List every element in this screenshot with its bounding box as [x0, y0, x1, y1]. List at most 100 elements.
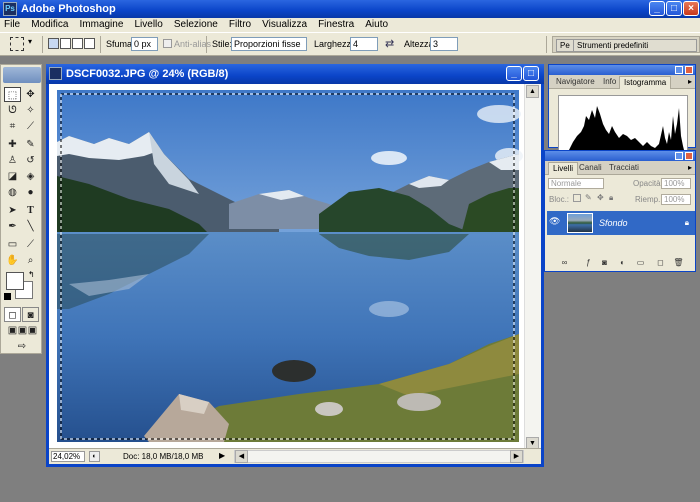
lock-pixels-icon[interactable]: ✎: [585, 193, 592, 202]
subtract-selection-icon[interactable]: [72, 38, 83, 49]
new-group-icon[interactable]: ▭: [635, 258, 646, 268]
chevron-down-icon[interactable]: ▾: [28, 37, 32, 46]
crop-icon[interactable]: ⌗: [4, 119, 21, 134]
link-layers-icon[interactable]: ∞: [559, 258, 570, 268]
swap-dimensions-icon[interactable]: ⇄: [385, 37, 394, 50]
jump-to-imageready-icon[interactable]: ⇨: [4, 339, 40, 354]
lock-position-icon[interactable]: ✥: [597, 193, 604, 202]
status-menu-icon[interactable]: ◐: [89, 451, 100, 462]
photoshop-feather-icon[interactable]: [3, 67, 41, 83]
new-selection-icon[interactable]: [48, 38, 59, 49]
lasso-icon[interactable]: ᘎ: [4, 103, 21, 118]
foreground-color-swatch-front[interactable]: [6, 272, 24, 290]
lock-transparency-icon[interactable]: [573, 194, 581, 202]
add-selection-icon[interactable]: [60, 38, 71, 49]
palette-close-icon[interactable]: [685, 66, 693, 74]
fill-input[interactable]: 100%: [661, 194, 691, 205]
antialias-checkbox[interactable]: [163, 39, 172, 48]
eye-icon[interactable]: 👁︎: [549, 216, 563, 230]
menu-filtro[interactable]: Filtro: [225, 18, 255, 32]
adjustment-layer-icon[interactable]: ◐: [617, 258, 628, 268]
menu-livello[interactable]: Livello: [130, 18, 166, 32]
blur-icon[interactable]: ◍: [4, 185, 21, 200]
swap-colors-icon[interactable]: ↰: [28, 270, 35, 279]
palette-minimize-icon[interactable]: [675, 66, 683, 74]
menu-selezione[interactable]: Selezione: [170, 18, 222, 32]
healing-brush-icon[interactable]: ✚: [4, 137, 21, 152]
vertical-scrollbar[interactable]: ▲ ▼: [524, 84, 541, 451]
tab-navigator[interactable]: Navigatore: [552, 76, 599, 89]
notes-icon[interactable]: ▭: [4, 237, 21, 252]
menu-visualizza[interactable]: Visualizza: [258, 18, 311, 32]
paint-bucket-icon[interactable]: ◈: [22, 169, 39, 184]
menu-modifica[interactable]: Modifica: [27, 18, 72, 32]
standard-mode-icon[interactable]: ◻: [4, 307, 21, 322]
eraser-icon[interactable]: ◪: [4, 169, 21, 184]
new-layer-icon[interactable]: ◻: [655, 258, 666, 268]
palette-menu-icon[interactable]: ▸: [688, 77, 692, 86]
layer-style-icon[interactable]: ƒ: [583, 258, 594, 268]
menu-finestra[interactable]: Finestra: [314, 18, 358, 32]
status-arrow-icon[interactable]: ▶: [219, 451, 225, 460]
brush-icon[interactable]: ✎: [22, 137, 39, 152]
history-brush-icon[interactable]: ↺: [22, 153, 39, 168]
doc-maximize-button[interactable]: □: [523, 66, 539, 81]
type-tool-icon[interactable]: T: [22, 203, 39, 218]
maximize-button[interactable]: □: [666, 1, 682, 16]
magic-wand-icon[interactable]: ✧: [22, 103, 39, 118]
tab-paths[interactable]: Tracciati: [605, 162, 643, 175]
screen-mode-full-icon[interactable]: ▣: [24, 323, 41, 338]
doc-minimize-button[interactable]: _: [506, 66, 522, 81]
scroll-right-icon[interactable]: ▶: [510, 450, 523, 463]
eyedropper-icon[interactable]: ⟋: [22, 237, 39, 252]
lock-all-icon[interactable]: 🔒︎: [609, 193, 613, 203]
tab-info[interactable]: Info: [599, 76, 620, 89]
path-selection-icon[interactable]: ➤: [4, 203, 21, 218]
slice-icon[interactable]: ⟋: [22, 119, 39, 134]
move-tool-icon[interactable]: ✥: [22, 87, 39, 102]
landscape-photo[interactable]: [49, 84, 527, 451]
palette-minimize-icon[interactable]: [675, 152, 683, 160]
horizontal-scrollbar[interactable]: ◀ ▶: [234, 450, 524, 463]
document-titlebar: DSCF0032.JPG @ 24% (RGB/8) _ □: [46, 64, 544, 84]
zoom-level-field[interactable]: 24,02%: [51, 451, 85, 462]
photoshop-icon[interactable]: Ps: [3, 2, 17, 16]
dodge-icon[interactable]: ●: [22, 185, 39, 200]
scroll-left-icon[interactable]: ◀: [235, 450, 248, 463]
style-select[interactable]: Proporzioni fisse: [231, 37, 307, 51]
opacity-input[interactable]: 100%: [661, 178, 691, 189]
scroll-up-icon[interactable]: ▲: [526, 85, 539, 98]
palette-menu-icon[interactable]: ▸: [688, 163, 692, 172]
menu-immagine[interactable]: Immagine: [76, 18, 128, 32]
layer-mask-icon[interactable]: ◙: [599, 258, 610, 268]
trash-icon[interactable]: 🗑︎: [673, 258, 684, 268]
marquee-tool-preset-icon[interactable]: [10, 37, 24, 51]
tab-layers[interactable]: Livelli: [548, 162, 579, 175]
minimize-button[interactable]: _: [649, 1, 665, 16]
layer-name[interactable]: Sfondo: [599, 218, 628, 228]
intersect-selection-icon[interactable]: [84, 38, 95, 49]
tab-channels[interactable]: Canali: [575, 162, 606, 175]
palette-well-tab-tool-presets[interactable]: Strumenti predefiniti: [573, 39, 697, 52]
close-button[interactable]: ×: [683, 1, 699, 16]
clone-stamp-icon[interactable]: ♙: [4, 153, 21, 168]
hand-icon[interactable]: ✋: [4, 253, 21, 268]
quick-mask-icon[interactable]: ◙: [22, 307, 39, 322]
zoom-icon[interactable]: ⌕: [22, 253, 39, 268]
palette-well-tab-brushes[interactable]: Pe: [556, 39, 574, 52]
image-canvas[interactable]: [49, 84, 527, 451]
blend-mode-select[interactable]: Normale: [548, 178, 604, 189]
layer-row-background[interactable]: 👁︎ Sfondo 🔒︎: [547, 211, 695, 235]
menu-file[interactable]: File: [0, 18, 24, 32]
palette-close-icon[interactable]: [685, 152, 693, 160]
feather-input[interactable]: 0 px: [131, 37, 158, 51]
pen-icon[interactable]: ✒: [4, 219, 21, 234]
tab-histogram[interactable]: Istogramma: [619, 76, 672, 89]
width-input[interactable]: 4: [350, 37, 378, 51]
line-tool-icon[interactable]: ╲: [22, 219, 39, 234]
menu-aiuto[interactable]: Aiuto: [361, 18, 392, 32]
rect-marquee-icon[interactable]: ⬚: [4, 87, 21, 102]
document-statusbar: 24,02% ◐ Doc: 18,0 MB/18,0 MB ▶ ◀ ▶: [49, 448, 541, 464]
default-colors-icon[interactable]: [4, 293, 11, 300]
height-input[interactable]: 3: [430, 37, 458, 51]
